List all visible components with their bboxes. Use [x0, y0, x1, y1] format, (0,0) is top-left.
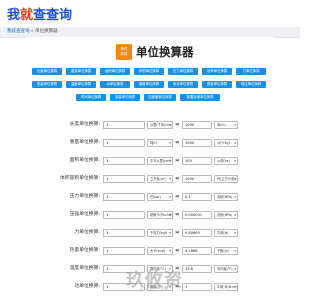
converter-label: 重量单位换算:	[69, 140, 100, 145]
converter-label: 热量单位换算:	[69, 248, 100, 253]
to-unit-select[interactable]: 兆帕(MPa)	[214, 193, 238, 201]
to-value-input[interactable]: 9.80665	[182, 229, 212, 237]
tool-button[interactable]: 热量单位换算	[32, 81, 62, 88]
converter-label: 力单位换算:	[74, 230, 100, 235]
tool-button[interactable]: 电压单位换算	[236, 81, 266, 88]
converter-row: 体积容积单位换算:1立方米(m³)=1000升(立方分米)(L)	[26, 174, 274, 184]
to-value-input[interactable]: 1000	[182, 139, 212, 147]
to-value-input[interactable]: 1000	[182, 175, 212, 183]
tool-button[interactable]: 数据存储单位换算	[180, 94, 220, 101]
to-unit-select[interactable]: 牛顿·米(N·m)	[214, 283, 238, 291]
page-title-row: 单位 换算 单位换算器	[116, 42, 194, 62]
from-value-input[interactable]: 1	[103, 211, 145, 219]
main-panel: 单位 换算 单位换算器 长度单位换算 重量单位换算 面积单位换算 体积单位换算 压力单位…	[26, 37, 274, 300]
from-value-input[interactable]: 1	[103, 139, 145, 147]
converter-row: 压强单位换算:1帕斯卡(Pa=N/m²)=0.000001兆帕(MPa)	[26, 210, 274, 220]
equals-sign: =	[175, 212, 180, 218]
converter-label: 功单位换算:	[74, 284, 100, 289]
from-value-input[interactable]: 1	[103, 157, 145, 165]
to-unit-select[interactable]: 升(立方分米)(L)	[214, 175, 238, 183]
converter-row: 重量单位换算:1吨(t)=1000公斤(kg)	[26, 138, 274, 148]
to-unit-select[interactable]: 米(m)	[214, 121, 238, 129]
converter-label: 温度单位换算:	[69, 266, 100, 271]
from-value-input[interactable]: 1	[103, 121, 145, 129]
calculator-badge-icon: 单位 换算	[116, 44, 132, 60]
converter-label: 长度单位换算:	[69, 122, 100, 127]
converter-label: 压强单位换算:	[69, 212, 100, 217]
watermark-subtitle: JIUYOUZI.COM	[140, 287, 169, 292]
converter-row: 压力单位换算:1巴(bar)=0.1兆帕(MPa)	[26, 192, 274, 202]
to-unit-select[interactable]: 华氏度(°F)	[214, 265, 238, 273]
from-unit-select[interactable]: 帕斯卡(Pa=N/m²)	[147, 211, 173, 219]
converter-label: 面积单位换算:	[69, 158, 100, 163]
tool-button[interactable]: 面积单位换算	[100, 68, 130, 75]
tool-button[interactable]: 功单位换算	[100, 81, 130, 88]
logo-part3: 查查询	[33, 8, 73, 23]
to-value-input[interactable]: 0.1	[182, 193, 212, 201]
from-value-input[interactable]: 1	[103, 175, 145, 183]
from-unit-select[interactable]: 平方公里(km²)	[147, 157, 173, 165]
tool-button[interactable]: 功率单位换算	[202, 68, 232, 75]
equals-sign: =	[175, 158, 180, 164]
from-unit-select[interactable]: 巴(bar)	[147, 193, 173, 201]
page-title: 单位换算器	[136, 45, 194, 59]
to-unit-select[interactable]: 兆帕(MPa)	[214, 211, 238, 219]
badge-line2: 换算	[120, 52, 128, 56]
from-unit-select[interactable]: 千克力(kgf)	[147, 229, 173, 237]
tool-button[interactable]: 电流单位换算	[168, 81, 198, 88]
to-value-input[interactable]: 1000	[182, 121, 212, 129]
to-value-input[interactable]: 1	[182, 283, 212, 291]
site-header: 我就查查询	[0, 0, 300, 27]
from-unit-select[interactable]: 立方米(m³)	[147, 175, 173, 183]
converter-label: 压力单位换算:	[69, 194, 100, 199]
from-value-input[interactable]: 1	[103, 193, 145, 201]
tool-button[interactable]: 压力单位换算	[168, 68, 198, 75]
equals-sign: =	[175, 176, 180, 182]
to-unit-select[interactable]: 公顷(ha)	[214, 157, 238, 165]
breadcrumb-current: 单位换算器	[35, 29, 58, 34]
tool-button[interactable]: 速度单位换算	[134, 81, 164, 88]
from-unit-select[interactable]: 大卡(kcal)	[147, 247, 173, 255]
breadcrumb: 我就查查询 » 单位换算器	[7, 27, 58, 37]
tool-button[interactable]: 体积单位换算	[134, 68, 164, 75]
to-unit-select[interactable]: 牛顿(N)	[214, 229, 238, 237]
equals-sign: =	[175, 230, 180, 236]
converter-row: 长度单位换算:1公里(千米)(km)=1000米(m)	[26, 120, 274, 130]
converter-row: 力单位换算:1千克力(kgf)=9.80665牛顿(N)	[26, 228, 274, 238]
converter-row: 热量单位换算:1大卡(kcal)=4.1868千焦(kJ)	[26, 246, 274, 256]
from-value-input[interactable]: 1	[103, 247, 145, 255]
tool-button[interactable]: 长度单位换算	[32, 68, 62, 75]
equals-sign: =	[175, 122, 180, 128]
equals-sign: =	[175, 194, 180, 200]
tool-button[interactable]: 流量单位换算	[110, 94, 140, 101]
to-value-input[interactable]: 33.8	[182, 265, 212, 273]
site-logo[interactable]: 我就查查询	[7, 4, 72, 23]
to-unit-select[interactable]: 公斤(kg)	[214, 139, 238, 147]
to-value-input[interactable]: 100	[182, 157, 212, 165]
tool-button[interactable]: 加速度单位换算	[144, 94, 176, 101]
logo-part1: 我	[7, 8, 21, 23]
logo-part2: 就	[20, 8, 34, 23]
tool-button[interactable]: 力单位换算	[236, 68, 266, 75]
tool-button[interactable]: 温度单位换算	[66, 81, 96, 88]
converter-row: 面积单位换算:1平方公里(km²)=100公顷(ha)	[26, 156, 274, 166]
tool-button[interactable]: 重量单位换算	[66, 68, 96, 75]
tool-button[interactable]: 时间单位换算	[76, 94, 106, 101]
converter-label: 体积容积单位换算:	[60, 176, 100, 181]
from-value-input[interactable]: 1	[103, 229, 145, 237]
breadcrumb-home-link[interactable]: 我就查查询	[7, 29, 30, 34]
to-unit-select[interactable]: 千焦(kJ)	[214, 247, 238, 255]
from-unit-select[interactable]: 吨(t)	[147, 139, 173, 147]
equals-sign: =	[175, 140, 180, 146]
to-value-input[interactable]: 0.000001	[182, 211, 212, 219]
to-value-input[interactable]: 4.1868	[182, 247, 212, 255]
tool-button[interactable]: 角度单位换算	[202, 81, 232, 88]
equals-sign: =	[175, 248, 180, 254]
from-unit-select[interactable]: 公里(千米)(km)	[147, 121, 173, 129]
